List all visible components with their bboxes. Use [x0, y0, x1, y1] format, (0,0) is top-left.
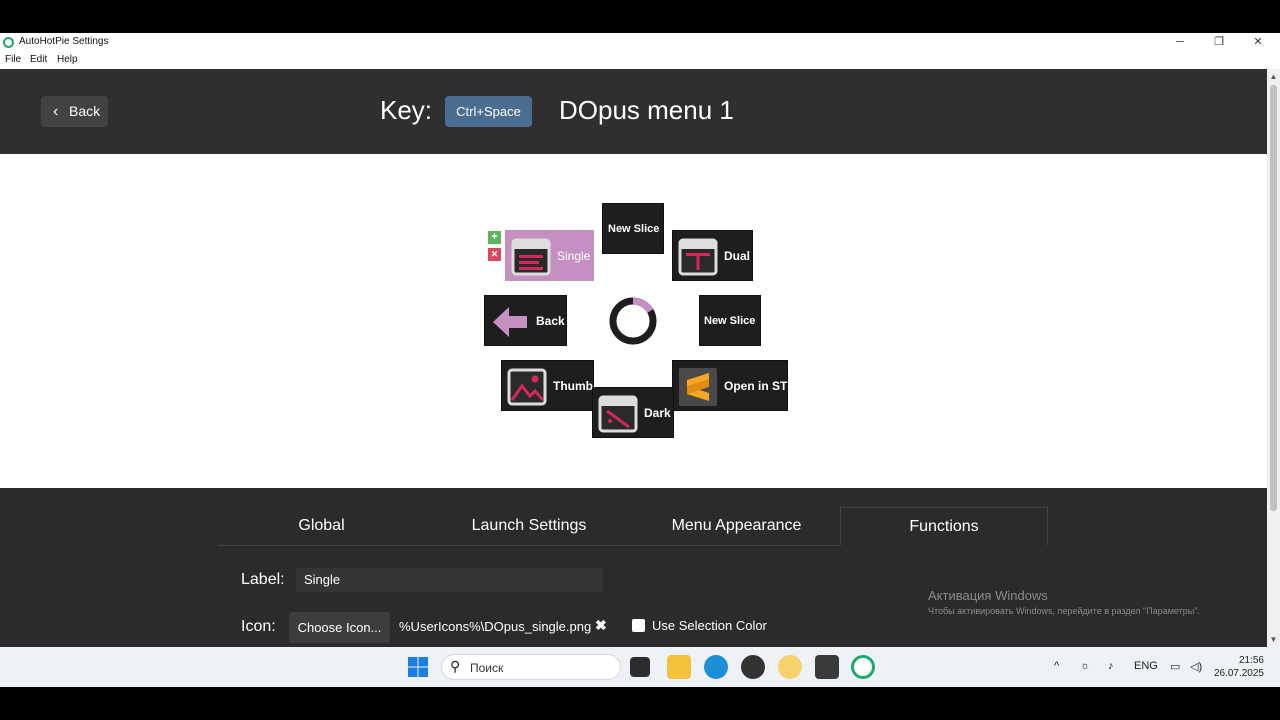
slice-new-slice-top[interactable]: New Slice: [602, 203, 664, 254]
window-dark-icon: [598, 395, 638, 433]
clock-time: 21:56: [1238, 655, 1264, 666]
edge-browser-icon[interactable]: [704, 655, 728, 679]
menu-name-title: DOpus menu 1: [559, 95, 734, 125]
icon-path-text: %UserIcons%\DOpus_single.png: [399, 619, 592, 634]
language-indicator[interactable]: ENG: [1134, 660, 1158, 672]
app-content: ‹ Back Key: Ctrl+Space DOpus menu 1 New …: [0, 69, 1267, 647]
slice-label: Open in ST: [724, 378, 788, 393]
network-icon[interactable]: ▭: [1170, 660, 1180, 673]
search-icon: ⚲: [450, 658, 461, 674]
tray-weather-icon[interactable]: ☼: [1080, 660, 1090, 672]
hotkey-button[interactable]: Ctrl+Space: [445, 96, 532, 127]
arrow-left-icon: [493, 307, 527, 337]
title-bar: AutoHotPie Settings ─ ❐ ✕: [0, 33, 1280, 52]
label-input[interactable]: Single: [296, 568, 603, 592]
app-circle-icon[interactable]: [741, 655, 765, 679]
tray-chevron-icon[interactable]: ^: [1054, 660, 1059, 672]
vertical-scrollbar[interactable]: ▲ ▼: [1267, 69, 1280, 647]
image-icon: [507, 368, 547, 406]
slice-dark[interactable]: Dark: [592, 387, 674, 438]
menu-help[interactable]: Help: [57, 54, 78, 65]
use-selection-color-checkbox[interactable]: [632, 619, 645, 632]
windows-activation-watermark: Активация Windows Чтобы активировать Win…: [928, 588, 1200, 616]
tab-launch-settings[interactable]: Launch Settings: [425, 507, 633, 545]
taskbar-search[interactable]: ⚲ Поиск: [441, 654, 621, 680]
slice-label: New Slice: [608, 222, 660, 235]
slice-new-slice-right[interactable]: New Slice: [699, 295, 761, 346]
tab-menu-appearance[interactable]: Menu Appearance: [633, 507, 840, 545]
tabs-divider: [218, 545, 840, 546]
slice-dual[interactable]: Dual: [672, 230, 753, 281]
maximize-button[interactable]: ❐: [1201, 33, 1237, 52]
menu-bar: File Edit Help: [0, 52, 1280, 69]
menu-edit[interactable]: Edit: [30, 54, 47, 65]
remove-slice-icon[interactable]: ✕: [488, 248, 501, 261]
menu-file[interactable]: File: [5, 54, 21, 65]
slice-single[interactable]: Single: [505, 230, 594, 281]
app-logo-icon: [3, 37, 14, 48]
task-view-icon[interactable]: [630, 657, 650, 677]
label-caption: Label:: [241, 571, 285, 588]
slice-label: Thumb: [553, 378, 593, 393]
choose-icon-button[interactable]: Choose Icon...: [289, 612, 390, 643]
chevron-left-icon: ‹: [53, 103, 59, 120]
volume-icon[interactable]: ◁): [1190, 660, 1202, 673]
activation-title: Активация Windows: [928, 588, 1048, 603]
tab-functions[interactable]: Functions: [840, 507, 1048, 545]
pie-center-indicator: [609, 297, 657, 345]
search-placeholder: Поиск: [470, 661, 504, 675]
add-slice-icon[interactable]: +: [488, 231, 501, 244]
slice-open-in-st[interactable]: Open in ST: [672, 360, 788, 411]
sublime-taskbar-icon[interactable]: [815, 655, 839, 679]
slice-thumb[interactable]: Thumb: [501, 360, 594, 411]
slice-label: Dual: [724, 248, 751, 263]
file-explorer-icon[interactable]: [667, 655, 691, 679]
clear-icon[interactable]: ✖: [595, 617, 607, 634]
slice-label: Back: [536, 313, 565, 328]
key-label: Key:: [380, 95, 433, 125]
scroll-thumb[interactable]: [1270, 85, 1277, 511]
window-single-icon: [511, 238, 551, 276]
pie-menu-preview: New Slice + ✕ Single Dual Back New Slice…: [0, 154, 1267, 488]
autohotpie-taskbar-icon[interactable]: [851, 655, 875, 679]
microphone-icon[interactable]: ♪: [1108, 660, 1114, 672]
activation-subtitle: Чтобы активировать Windows, перейдите в …: [928, 606, 1200, 616]
windows-start-icon[interactable]: [408, 657, 428, 677]
minimize-button[interactable]: ─: [1162, 33, 1198, 52]
slice-label: Dark: [644, 405, 671, 420]
slice-back[interactable]: Back: [484, 295, 567, 346]
clock-date: 26.07.2025: [1213, 668, 1264, 679]
icon-caption: Icon:: [241, 618, 276, 635]
screen: AutoHotPie Settings ─ ❐ ✕ File Edit Help…: [0, 0, 1280, 720]
taskbar-clock[interactable]: 21:56 26.07.2025: [1212, 654, 1264, 680]
scroll-down-icon[interactable]: ▼: [1267, 633, 1280, 646]
sublime-text-icon: [679, 368, 717, 406]
back-button[interactable]: ‹ Back: [41, 96, 108, 127]
window-title: AutoHotPie Settings: [19, 36, 109, 47]
window-dual-icon: [678, 238, 718, 276]
app-yellow-icon[interactable]: [778, 655, 802, 679]
use-selection-color-label[interactable]: Use Selection Color: [652, 618, 767, 633]
settings-panel: Global Launch Settings Menu Appearance F…: [0, 488, 1267, 647]
back-label: Back: [69, 103, 101, 119]
taskbar: ⚲ Поиск ^ ☼ ♪ ENG ▭ ◁) 21:56 26.07.2025: [0, 647, 1280, 687]
tab-global[interactable]: Global: [218, 507, 425, 545]
scroll-up-icon[interactable]: ▲: [1267, 70, 1280, 83]
slice-label: Single: [557, 248, 591, 263]
close-button[interactable]: ✕: [1240, 33, 1276, 52]
header: ‹ Back Key: Ctrl+Space DOpus menu 1: [0, 69, 1267, 154]
slice-label: New Slice: [704, 314, 756, 327]
